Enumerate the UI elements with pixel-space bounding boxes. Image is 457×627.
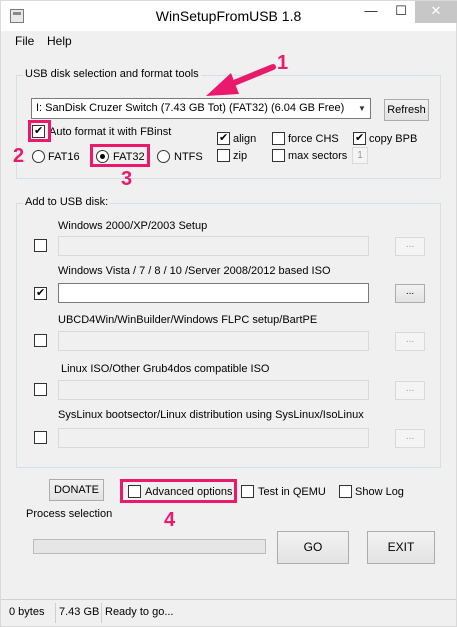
status-divider (101, 603, 102, 623)
callout-step-1: 1 (277, 52, 289, 74)
status-bytes: 0 bytes (9, 606, 45, 618)
annotation-arrow (206, 64, 276, 96)
status-size: 7.43 GB (59, 606, 100, 618)
status-message: Ready to go... (105, 606, 174, 618)
callout-step-4: 4 (164, 509, 176, 531)
status-divider (55, 603, 56, 623)
callout-step-3: 3 (121, 168, 133, 190)
status-bar: 0 bytes 7.43 GB Ready to go... (1, 599, 456, 626)
callout-step-2: 2 (13, 145, 25, 167)
app-window: WinSetupFromUSB 1.8 — ☐ ✕ File Help USB … (0, 0, 457, 627)
